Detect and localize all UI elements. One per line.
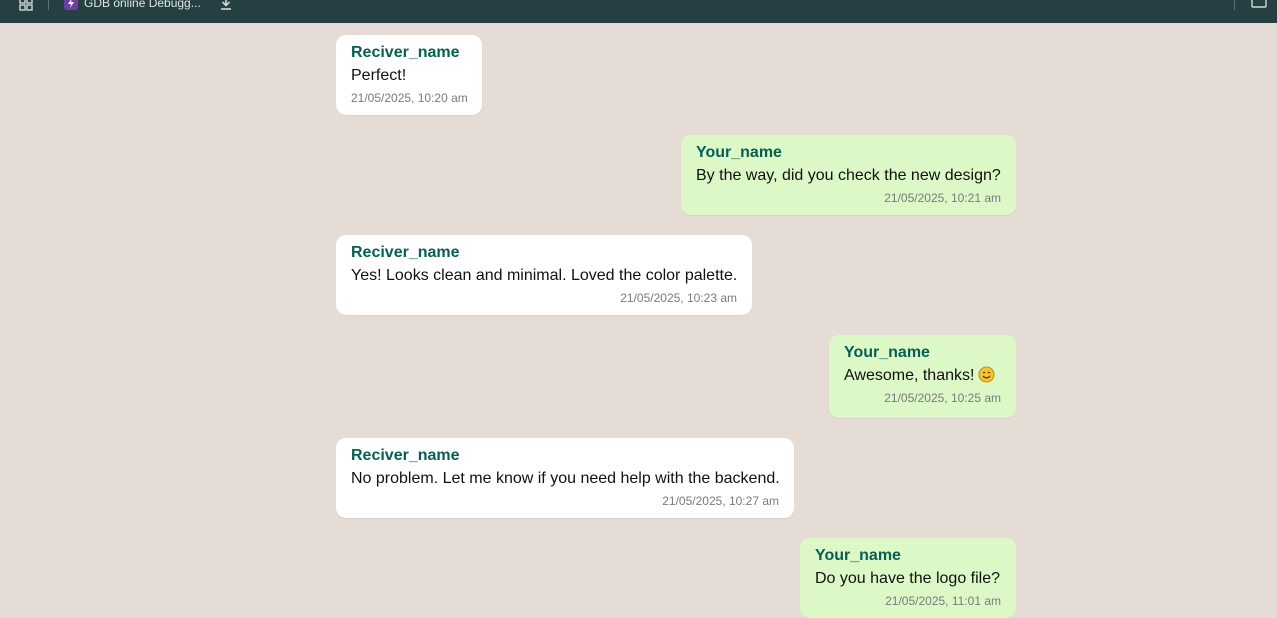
message-bubble-sent: Your_name Awesome, thanks! 21/05/2025, 1… [829, 335, 1016, 418]
message-timestamp: 21/05/2025, 10:25 am [884, 391, 1001, 405]
message-text: Do you have the logo file? [815, 570, 1001, 587]
message-text-content: Awesome, thanks! [844, 367, 975, 384]
message-timestamp: 21/05/2025, 11:01 am [885, 594, 1001, 608]
browser-bookmarks-bar: GDB online Debugg... [0, 0, 1277, 23]
bookmarks-divider [48, 0, 49, 10]
message-text: Awesome, thanks! [844, 366, 1001, 386]
message-timestamp: 21/05/2025, 10:21 am [884, 191, 1001, 205]
sender-name: Reciver_name [351, 44, 460, 61]
download-icon[interactable] [219, 0, 233, 11]
message-text: Yes! Looks clean and minimal. Loved the … [351, 267, 738, 284]
lightning-icon [64, 0, 78, 10]
message-bubble-sent: Your_name By the way, did you check the … [681, 135, 1016, 215]
smiling-face-emoji-icon [978, 366, 995, 383]
message-bubble-sent: Your_name Do you have the logo file? 21/… [800, 538, 1016, 618]
sender-name: Your_name [815, 547, 901, 564]
message-bubble-received: Reciver_name No problem. Let me know if … [336, 438, 794, 518]
message-timestamp: 21/05/2025, 10:27 am [662, 494, 779, 508]
bookmark-gdb-online[interactable]: GDB online Debugg... [64, 0, 201, 11]
message-text: By the way, did you check the new design… [696, 167, 1001, 184]
window-icon[interactable] [1251, 0, 1267, 8]
message-text: No problem. Let me know if you need help… [351, 470, 780, 487]
apps-grid-icon[interactable] [19, 0, 33, 11]
message-bubble-received: Reciver_name Yes! Looks clean and minima… [336, 235, 752, 315]
message-text: Perfect! [351, 67, 407, 84]
message-timestamp: 21/05/2025, 10:23 am [620, 291, 737, 305]
sender-name: Reciver_name [351, 244, 460, 261]
message-timestamp: 21/05/2025, 10:20 am [351, 91, 468, 105]
sender-name: Your_name [696, 144, 782, 161]
message-bubble-received: Reciver_name Perfect! 21/05/2025, 10:20 … [336, 35, 482, 115]
sender-name: Reciver_name [351, 447, 460, 464]
toolbar-divider [1234, 0, 1235, 10]
bookmark-label: GDB online Debugg... [84, 0, 201, 10]
sender-name: Your_name [844, 344, 930, 361]
